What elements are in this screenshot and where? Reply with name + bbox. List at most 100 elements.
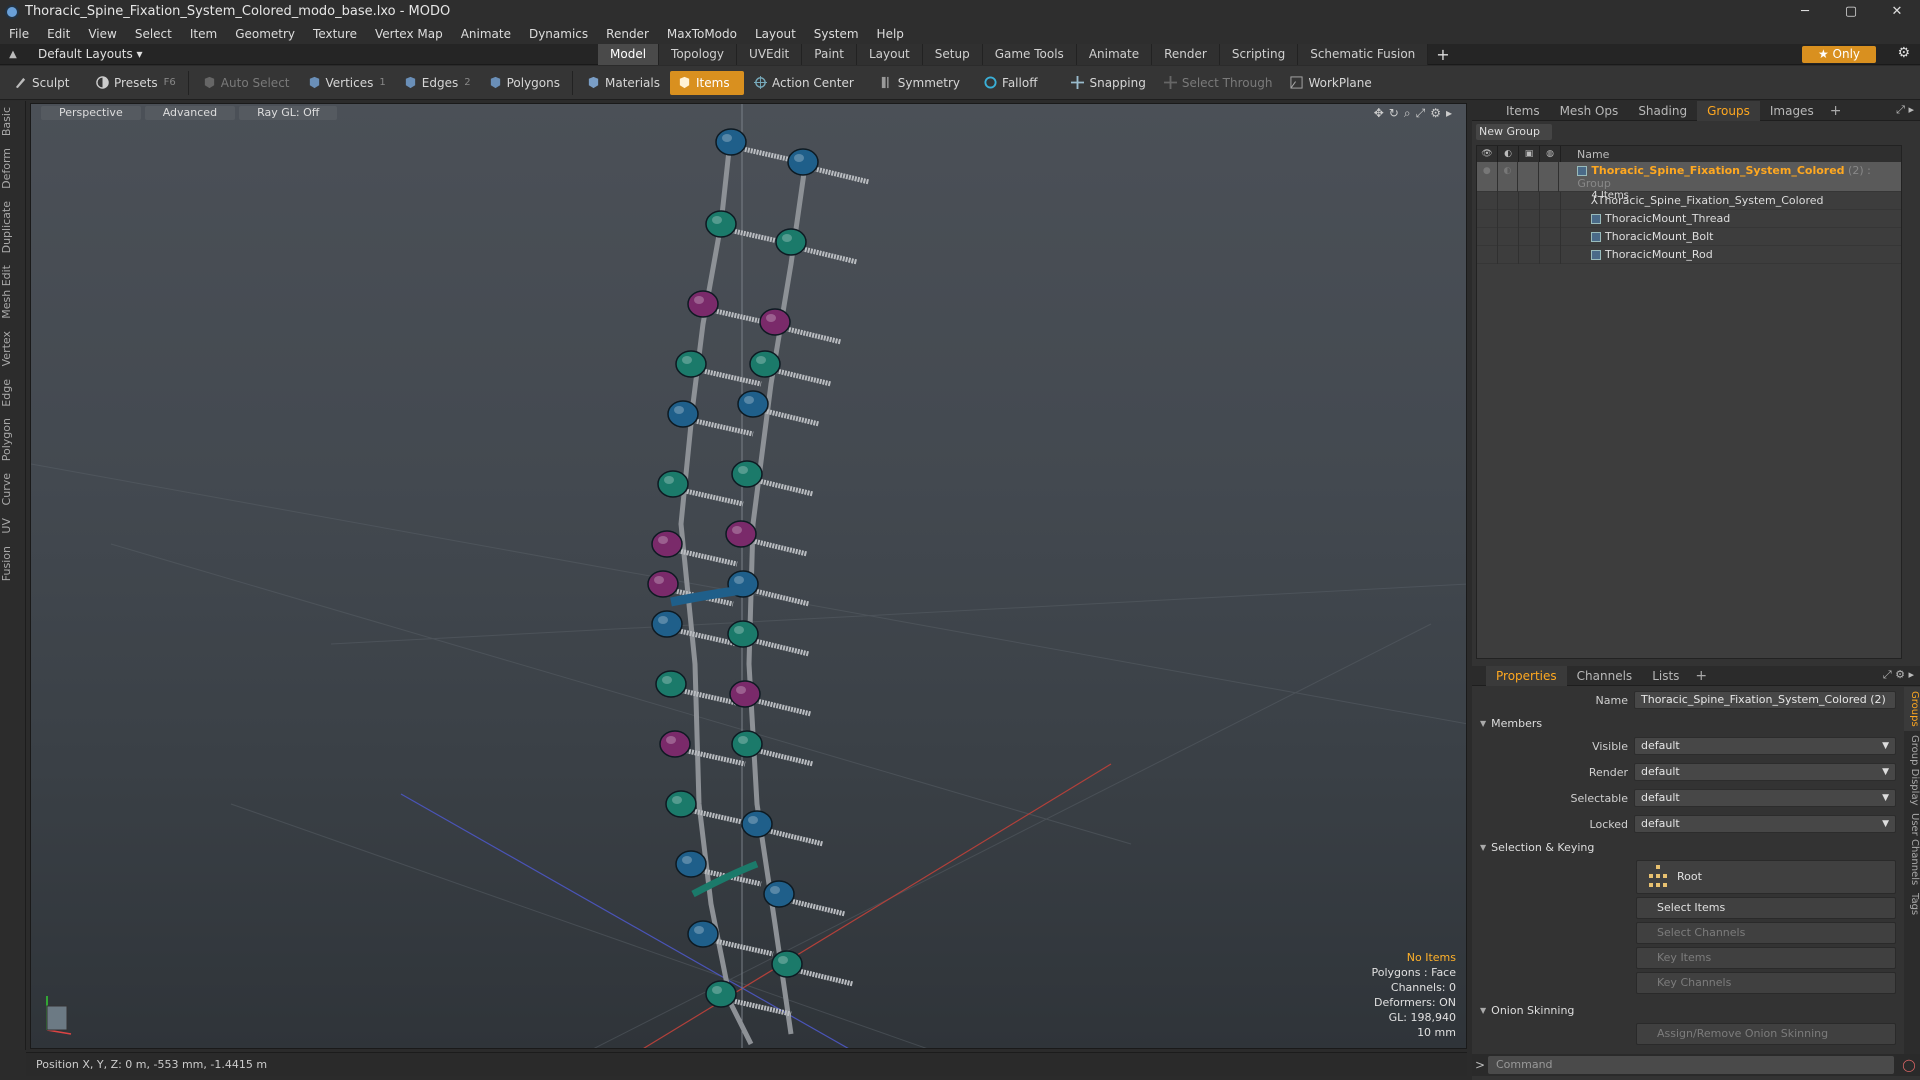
menu-dynamics[interactable]: Dynamics	[520, 27, 597, 41]
select-through-button[interactable]: Select Through	[1156, 71, 1281, 95]
visible-dropdown[interactable]: default ▼	[1634, 737, 1896, 755]
tab-model[interactable]: Model	[598, 43, 660, 65]
visibility-toggle[interactable]: ●	[1477, 162, 1498, 192]
side-tab-groups[interactable]: Groups	[1904, 687, 1920, 731]
lock-column-icon[interactable]: ▣	[1519, 146, 1540, 162]
left-tab-edge[interactable]: Edge	[0, 373, 26, 413]
root-button[interactable]: Root	[1636, 860, 1896, 894]
group-row[interactable]: ● ◐ Thoracic_Spine_Fixation_System_Color…	[1477, 162, 1901, 201]
zoom-icon[interactable]: ⌕	[1404, 106, 1411, 121]
workplane-button[interactable]: WorkPlane	[1282, 71, 1379, 95]
menu-render[interactable]: Render	[597, 27, 658, 41]
raygl-button[interactable]: Ray GL: Off	[239, 106, 338, 120]
render-dropdown[interactable]: default ▼	[1634, 763, 1896, 781]
tab-game-tools[interactable]: Game Tools	[982, 43, 1077, 65]
falloff-button[interactable]: Falloff	[976, 71, 1045, 95]
group-member-row[interactable]: ThoracicMount_Bolt	[1477, 227, 1901, 246]
menu-item[interactable]: Item	[181, 27, 226, 41]
select-items-button[interactable]: Select Items	[1636, 897, 1896, 919]
select-column-icon[interactable]: ◍	[1540, 146, 1561, 162]
tab-scripting[interactable]: Scripting	[1219, 43, 1299, 65]
add-panel-tab-button[interactable]: +	[1689, 668, 1713, 684]
add-panel-tab-button[interactable]: +	[1824, 103, 1848, 119]
maximize-view-icon[interactable]: ⤢	[1416, 106, 1426, 121]
rotate-icon[interactable]: ↻	[1389, 106, 1399, 121]
tab-groups[interactable]: Groups	[1697, 100, 1760, 121]
side-tab-user-channels[interactable]: User Channels	[1904, 809, 1920, 889]
menu-maxtomodo[interactable]: MaxToModo	[658, 27, 746, 41]
view-advanced-button[interactable]: Advanced	[144, 106, 236, 120]
panel-expand-icon[interactable]: ⤢ ⚙ ▸	[1883, 668, 1914, 682]
viewport-settings-icon[interactable]: ⚙	[1430, 106, 1441, 121]
layout-gear-icon[interactable]: ⚙	[1897, 45, 1910, 61]
menu-view[interactable]: View	[79, 27, 125, 41]
tab-properties[interactable]: Properties	[1486, 665, 1567, 686]
minimize-button[interactable]: ─	[1782, 4, 1828, 19]
tab-channels[interactable]: Channels	[1567, 666, 1643, 686]
3d-viewport[interactable]: Perspective Advanced Ray GL: Off ✥ ↻ ⌕ ⤢…	[30, 103, 1467, 1049]
pan-icon[interactable]: ✥	[1374, 106, 1384, 121]
key-items-button[interactable]: Key Items	[1636, 947, 1896, 969]
panel-expand-icon[interactable]: ⤢ ▸	[1896, 103, 1914, 117]
polygons-button[interactable]: Polygons	[481, 71, 568, 95]
render-toggle[interactable]: ◐	[1498, 162, 1519, 192]
tab-topology[interactable]: Topology	[659, 43, 738, 65]
locked-dropdown[interactable]: default ▼	[1634, 815, 1896, 833]
tab-setup[interactable]: Setup	[922, 43, 983, 65]
sculpt-button[interactable]: Sculpt	[6, 71, 86, 95]
menu-geometry[interactable]: Geometry	[226, 27, 304, 41]
menu-file[interactable]: File	[0, 27, 38, 41]
side-tab-tags[interactable]: Tags	[1904, 889, 1920, 919]
lock-toggle[interactable]	[1518, 162, 1539, 192]
menu-texture[interactable]: Texture	[304, 27, 366, 41]
tab-render[interactable]: Render	[1152, 43, 1220, 65]
add-layout-tab-button[interactable]: +	[1436, 45, 1449, 64]
edges-button[interactable]: Edges 2	[396, 71, 479, 95]
items-button[interactable]: Items	[670, 70, 744, 95]
tab-schematic-fusion[interactable]: Schematic Fusion	[1298, 43, 1429, 65]
tab-images[interactable]: Images	[1760, 101, 1824, 121]
new-group-button[interactable]: New Group	[1476, 124, 1552, 140]
tab-mesh-ops[interactable]: Mesh Ops	[1550, 101, 1629, 121]
tab-shading[interactable]: Shading	[1628, 101, 1697, 121]
tab-lists[interactable]: Lists	[1642, 666, 1689, 686]
render-column-icon[interactable]: ◐	[1498, 146, 1519, 162]
only-toggle-button[interactable]: ★ Only	[1802, 46, 1876, 63]
menu-system[interactable]: System	[805, 27, 868, 41]
view-perspective-button[interactable]: Perspective	[41, 106, 141, 120]
left-tab-curve[interactable]: Curve	[0, 467, 26, 511]
key-channels-button[interactable]: Key Channels	[1636, 972, 1896, 994]
left-tab-vertex[interactable]: Vertex	[0, 325, 26, 372]
snapping-button[interactable]: Snapping	[1063, 71, 1153, 95]
menu-help[interactable]: Help	[868, 27, 913, 41]
left-tab-uv[interactable]: UV	[0, 512, 26, 540]
action-center-button[interactable]: Action Center	[746, 71, 862, 95]
tab-uvedit[interactable]: UVEdit	[737, 43, 803, 65]
menu-layout[interactable]: Layout	[746, 27, 805, 41]
left-tab-polygon[interactable]: Polygon	[0, 412, 26, 467]
close-button[interactable]: ✕	[1874, 4, 1920, 19]
members-section[interactable]: ▼ Members	[1476, 713, 1902, 733]
left-tab-basic[interactable]: Basic	[0, 101, 26, 142]
vertices-button[interactable]: Vertices 1	[300, 71, 394, 95]
left-tab-mesh-edit[interactable]: Mesh Edit	[0, 259, 26, 325]
name-field[interactable]: Thoracic_Spine_Fixation_System_Colored (…	[1634, 691, 1896, 709]
left-tab-deform[interactable]: Deform	[0, 142, 26, 195]
visibility-column-icon[interactable]: 👁	[1477, 146, 1498, 162]
select-toggle[interactable]	[1539, 162, 1560, 192]
materials-button[interactable]: Materials	[579, 71, 668, 95]
menu-select[interactable]: Select	[126, 27, 181, 41]
maximize-button[interactable]: ▢	[1828, 4, 1874, 19]
menu-edit[interactable]: Edit	[38, 27, 79, 41]
menu-vertex-map[interactable]: Vertex Map	[366, 27, 452, 41]
symmetry-button[interactable]: Symmetry	[872, 71, 968, 95]
command-history-icon[interactable]: ◯	[1898, 1056, 1920, 1074]
menu-animate[interactable]: Animate	[452, 27, 520, 41]
select-channels-button[interactable]: Select Channels	[1636, 922, 1896, 944]
onion-skinning-section[interactable]: ▼ Onion Skinning	[1476, 1000, 1902, 1020]
selectable-dropdown[interactable]: default ▼	[1634, 789, 1896, 807]
command-input[interactable]: Command	[1488, 1056, 1894, 1074]
group-member-row[interactable]: ThoracicMount_Rod	[1477, 245, 1901, 264]
left-tab-fusion[interactable]: Fusion	[0, 540, 26, 587]
layout-expand-icon[interactable]: ▲	[6, 49, 20, 60]
